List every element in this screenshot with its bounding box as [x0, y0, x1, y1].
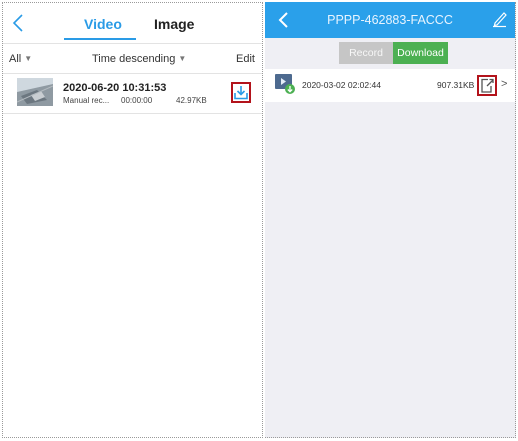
video-record-type: Manual rec... — [63, 96, 110, 105]
pencil-icon[interactable] — [490, 10, 508, 28]
tab-video[interactable]: Video — [84, 16, 122, 32]
download-icon — [234, 86, 248, 100]
video-thumbnail — [17, 78, 53, 106]
caret-down-icon: ▼ — [24, 54, 33, 63]
sort-label: Time descending — [92, 53, 176, 65]
sort-dropdown[interactable]: Time descending ▼ — [92, 53, 186, 65]
download-button[interactable] — [231, 82, 251, 103]
filter-all-label: All — [9, 53, 22, 65]
filter-bar: All ▼ Time descending ▼ Edit — [3, 44, 262, 74]
open-external-icon — [481, 78, 494, 93]
file-datetime: 2020-03-02 02:02:44 — [302, 80, 381, 90]
app-frame: Video Image All▼ Time descending▼ Edit — [0, 0, 518, 441]
chevron-right-icon[interactable]: > — [501, 78, 507, 90]
download-tab[interactable]: Download — [393, 42, 448, 64]
video-list-item[interactable]: 2020-06-20 10:31:53 Manual rec... 00:00:… — [3, 74, 262, 113]
active-tab-indicator — [64, 38, 136, 40]
divider — [3, 113, 262, 114]
tab-image[interactable]: Image — [154, 16, 194, 32]
file-size: 907.31KB — [437, 80, 475, 90]
right-header: PPPP-462883-FACCC — [265, 2, 515, 38]
filter-all-dropdown[interactable]: All ▼ — [9, 53, 32, 65]
left-header: Video Image — [3, 3, 262, 43]
video-file-icon — [275, 74, 295, 94]
file-list-item[interactable]: 2020-03-02 02:02:44 907.31KB > — [265, 69, 515, 102]
back-icon[interactable] — [11, 13, 27, 33]
video-datetime: 2020-06-20 10:31:53 — [63, 82, 167, 94]
video-size: 42.97KB — [176, 96, 207, 105]
device-title: PPPP-462883-FACCC — [327, 13, 453, 27]
caret-down-icon: ▼ — [178, 54, 187, 63]
video-duration: 00:00:00 — [121, 96, 153, 105]
edit-button[interactable]: Edit — [236, 53, 255, 65]
open-file-button[interactable] — [477, 75, 497, 96]
device-files-panel: PPPP-462883-FACCC Record Download 2020-0… — [265, 2, 516, 438]
local-media-panel: Video Image All▼ Time descending▼ Edit — [2, 2, 263, 438]
record-tab[interactable]: Record — [339, 42, 393, 64]
